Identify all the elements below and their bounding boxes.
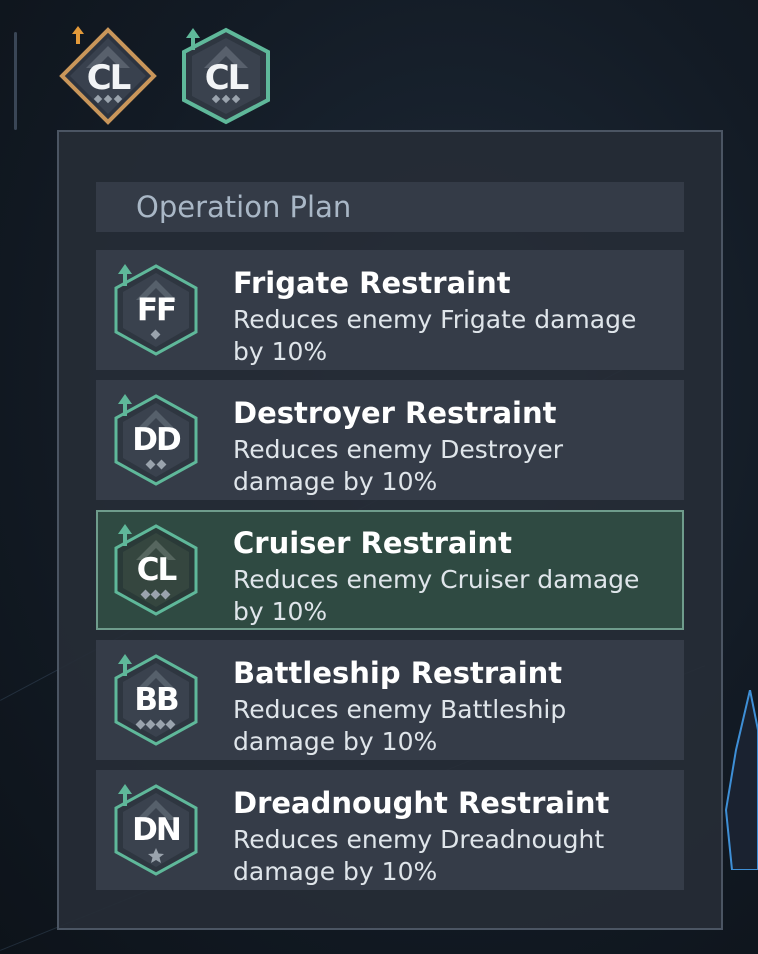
plan-item-cruiser[interactable]: CL Cruiser Restraint Reduces enemy Cruis… (96, 510, 684, 630)
dreadnought-class-icon: DN (112, 782, 200, 878)
plan-item-destroyer[interactable]: DD Destroyer Restraint Reduces enemy Des… (96, 380, 684, 500)
plan-description: Reduces enemy Frigate damage by 10% (233, 305, 637, 366)
plan-description: Reduces enemy Destroyer damage by 10% (233, 435, 564, 496)
panel-title: Operation Plan (136, 190, 352, 224)
top-badge-code: CL (86, 58, 132, 98)
top-badge-cl-green[interactable]: CL (176, 24, 276, 134)
plan-description: Reduces enemy Battleship damage by 10% (233, 695, 567, 756)
plan-code: BB (134, 682, 179, 718)
top-badge-cl-gold[interactable]: CL (58, 24, 158, 134)
plan-name: Dreadnought Restraint (233, 786, 610, 820)
side-scroll-bar (14, 32, 17, 130)
plan-item-dreadnought[interactable]: DN Dreadnought Restraint Reduces enemy D… (96, 770, 684, 890)
plan-code: DN (132, 812, 182, 848)
plan-name: Cruiser Restraint (233, 526, 512, 560)
panel-header: Operation Plan (96, 182, 684, 232)
plan-code: CL (136, 552, 178, 588)
cruiser-class-icon: CL (112, 522, 200, 618)
top-badge-code: CL (204, 58, 250, 98)
plan-description: Reduces enemy Dreadnought damage by 10% (233, 825, 605, 886)
plan-code: FF (136, 292, 177, 328)
battleship-class-icon: BB (112, 652, 200, 748)
frigate-class-icon: FF (112, 262, 200, 358)
ship-silhouette-icon (724, 690, 758, 870)
plan-item-battleship[interactable]: BB Battleship Restraint Reduces enemy Ba… (96, 640, 684, 760)
plan-name: Frigate Restraint (233, 266, 511, 300)
plan-item-frigate[interactable]: FF Frigate Restraint Reduces enemy Friga… (96, 250, 684, 370)
plan-description: Reduces enemy Cruiser damage by 10% (233, 565, 640, 626)
plan-name: Battleship Restraint (233, 656, 563, 690)
plan-code: DD (132, 422, 181, 458)
destroyer-class-icon: DD (112, 392, 200, 488)
plan-name: Destroyer Restraint (233, 396, 557, 430)
